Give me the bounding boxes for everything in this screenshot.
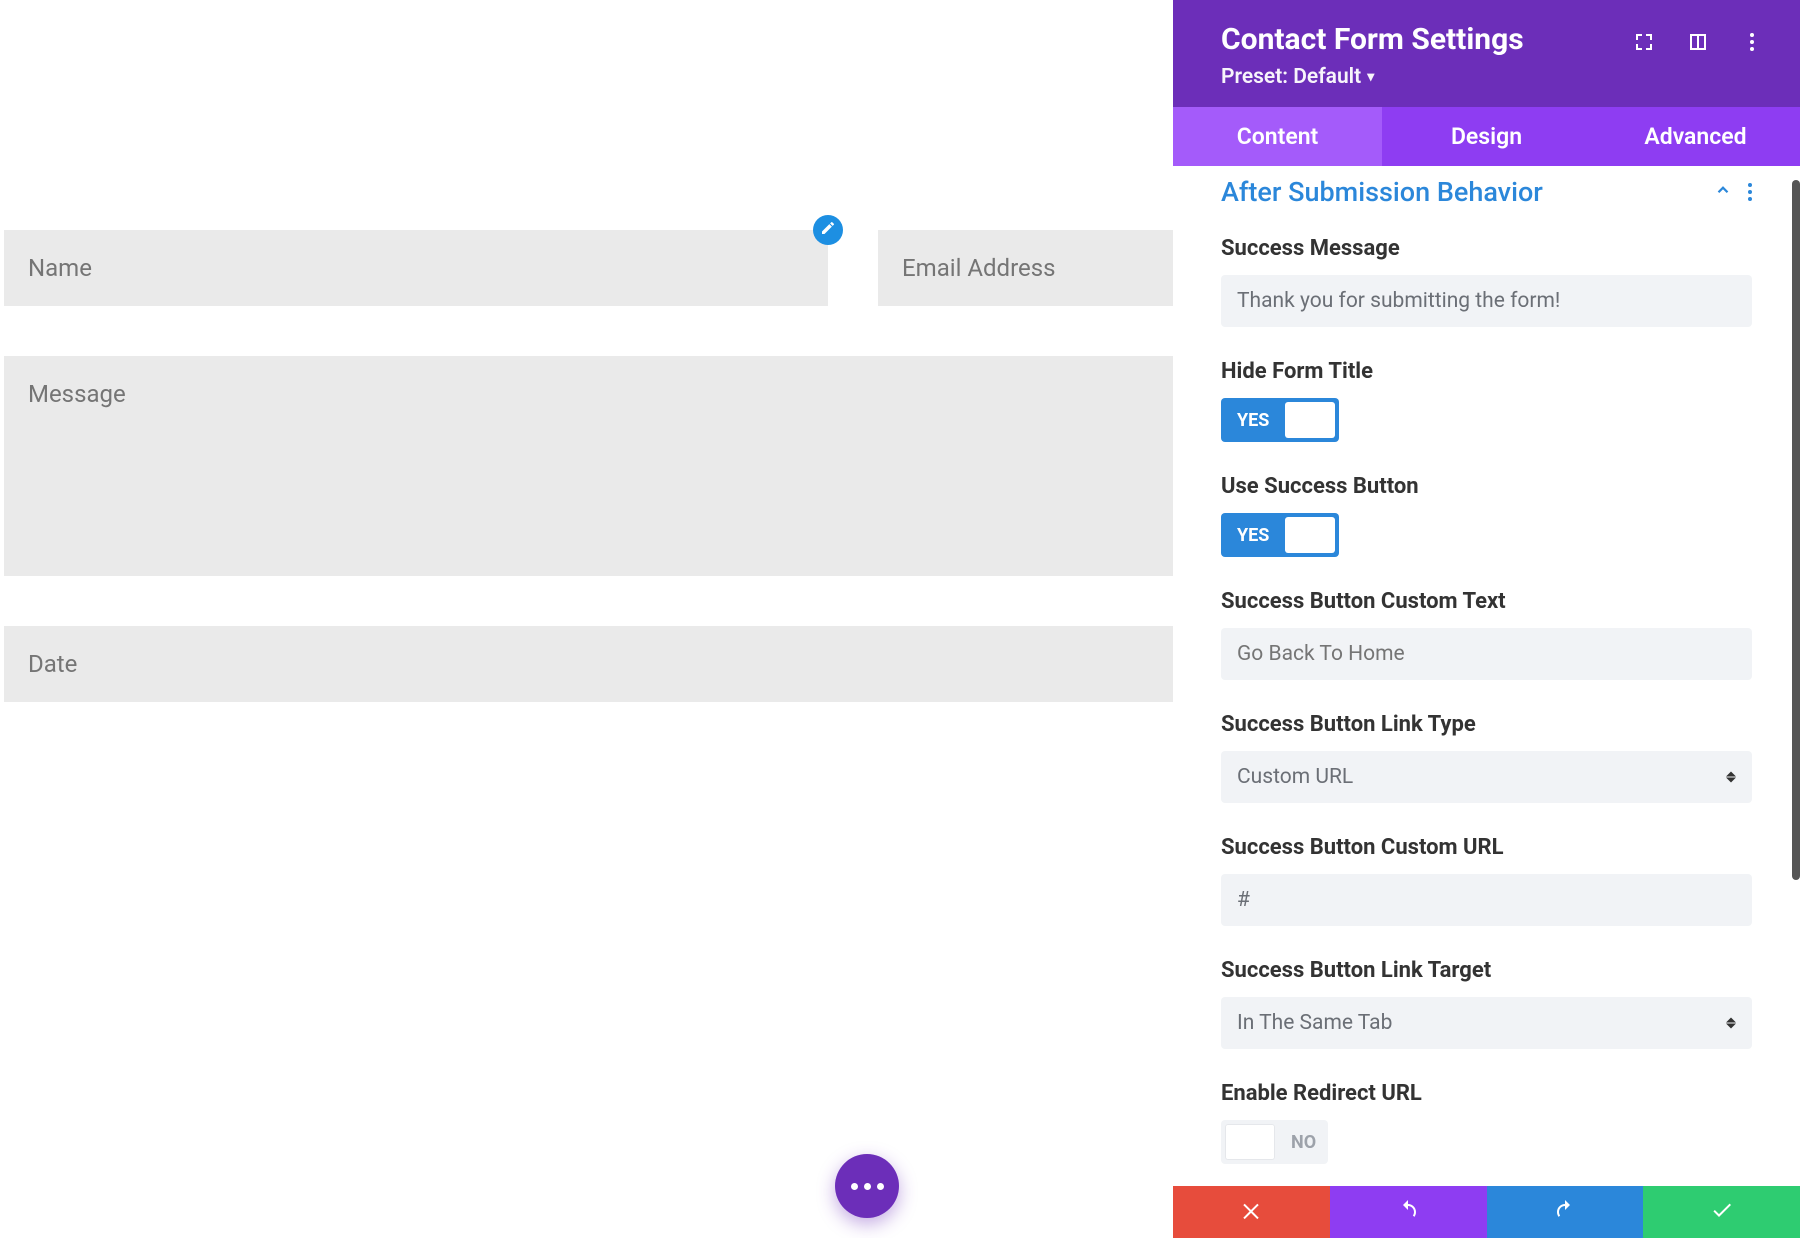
more-menu-icon[interactable] xyxy=(1740,30,1764,58)
redo-icon xyxy=(1553,1198,1577,1226)
link-type-select[interactable] xyxy=(1221,751,1752,803)
preset-selector[interactable]: Preset: Default ▾ xyxy=(1221,65,1524,89)
link-type-label: Success Button Link Type xyxy=(1221,712,1752,737)
custom-url-label: Success Button Custom URL xyxy=(1221,835,1752,860)
message-textarea[interactable] xyxy=(4,356,1173,576)
success-message-input[interactable] xyxy=(1221,275,1752,327)
button-text-label: Success Button Custom Text xyxy=(1221,589,1752,614)
pencil-icon xyxy=(820,220,836,240)
dots-icon xyxy=(851,1183,858,1190)
scrollbar[interactable] xyxy=(1792,180,1800,880)
undo-button[interactable] xyxy=(1330,1186,1487,1238)
use-success-button-label: Use Success Button xyxy=(1221,474,1752,499)
redirect-toggle[interactable]: NO xyxy=(1221,1120,1328,1164)
collapse-section-icon[interactable] xyxy=(1714,180,1732,204)
drag-handle-icon[interactable] xyxy=(1686,30,1710,58)
tab-advanced[interactable]: Advanced xyxy=(1591,107,1800,166)
panel-footer xyxy=(1173,1186,1800,1238)
panel-body[interactable]: After Submission Behavior Success Messag… xyxy=(1173,166,1800,1186)
check-icon xyxy=(1710,1198,1734,1226)
link-target-label: Success Button Link Target xyxy=(1221,958,1752,983)
hide-form-title-label: Hide Form Title xyxy=(1221,359,1752,384)
form-preview xyxy=(0,0,1173,1238)
custom-url-input[interactable] xyxy=(1221,874,1752,926)
edit-field-button[interactable] xyxy=(813,215,843,245)
redo-button[interactable] xyxy=(1487,1186,1644,1238)
cancel-button[interactable] xyxy=(1173,1186,1330,1238)
close-icon xyxy=(1239,1198,1263,1226)
undo-icon xyxy=(1396,1198,1420,1226)
panel-title: Contact Form Settings xyxy=(1221,22,1524,57)
expand-icon[interactable] xyxy=(1632,30,1656,58)
email-input[interactable] xyxy=(878,230,1173,306)
panel-tabs: Content Design Advanced xyxy=(1173,107,1800,166)
save-button[interactable] xyxy=(1643,1186,1800,1238)
page-actions-fab[interactable] xyxy=(835,1154,899,1218)
success-message-label: Success Message xyxy=(1221,236,1752,261)
caret-down-icon: ▾ xyxy=(1367,69,1374,85)
tab-content[interactable]: Content xyxy=(1173,107,1382,166)
section-more-icon[interactable] xyxy=(1748,183,1752,201)
redirect-label: Enable Redirect URL xyxy=(1221,1081,1752,1106)
settings-panel: Contact Form Settings Preset: Default ▾ … xyxy=(1173,0,1800,1238)
name-input[interactable] xyxy=(4,230,828,306)
use-success-button-toggle[interactable]: YES xyxy=(1221,513,1339,557)
hide-form-title-toggle[interactable]: YES xyxy=(1221,398,1339,442)
section-title[interactable]: After Submission Behavior xyxy=(1221,176,1543,208)
panel-header: Contact Form Settings Preset: Default ▾ xyxy=(1173,0,1800,107)
link-target-select[interactable] xyxy=(1221,997,1752,1049)
tab-design[interactable]: Design xyxy=(1382,107,1591,166)
button-text-input[interactable] xyxy=(1221,628,1752,680)
date-input[interactable] xyxy=(4,626,1173,702)
